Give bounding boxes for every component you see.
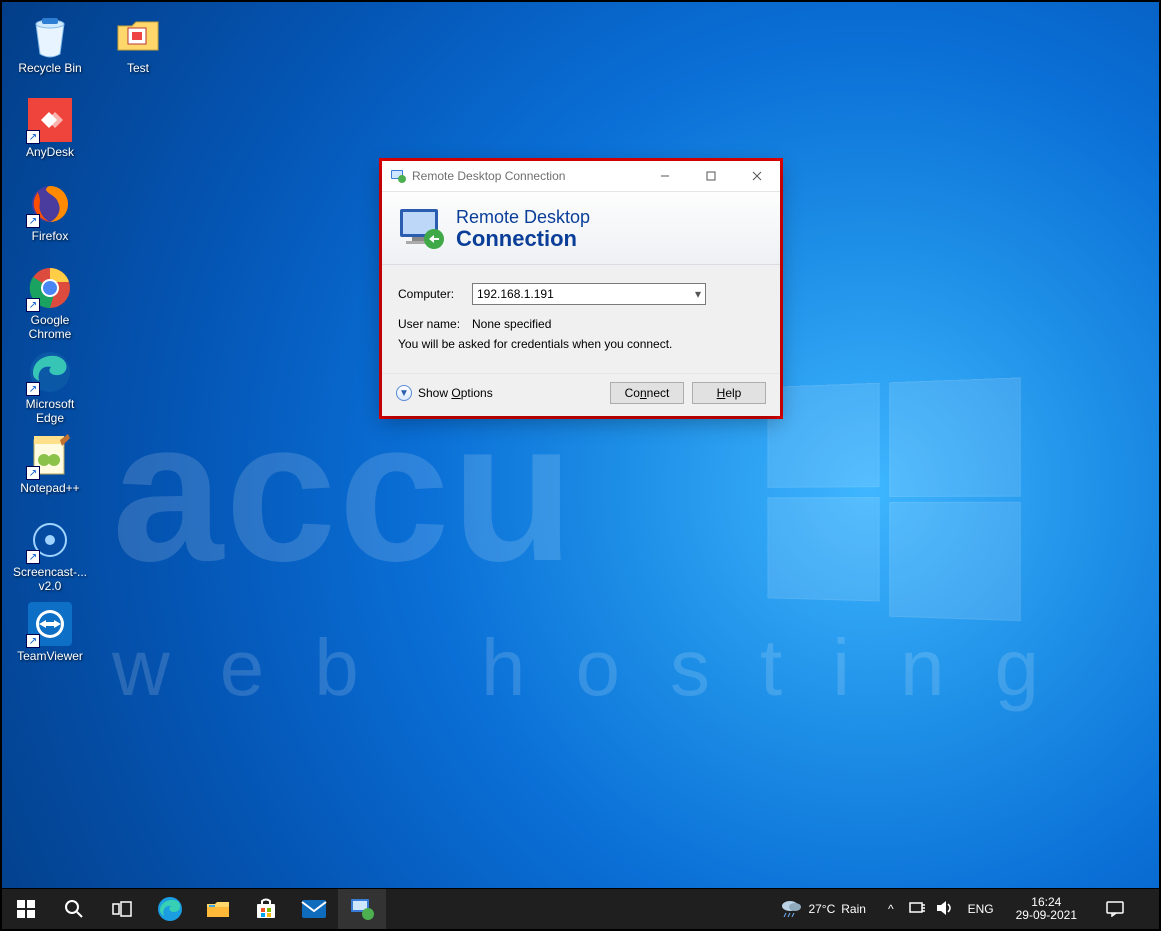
show-options-label: Show Options — [418, 386, 493, 400]
chrome-icon: ↗ — [26, 264, 74, 312]
desktop-icon-label: TeamViewer — [17, 650, 83, 664]
shortcut-overlay-icon: ↗ — [26, 550, 40, 564]
folder-icon — [114, 12, 162, 60]
chevron-down-icon: ▼ — [396, 385, 412, 401]
computer-label: Computer: — [398, 287, 472, 301]
desktop[interactable]: accu web hosting Recycle Bin Test — [2, 2, 1159, 888]
desktop-icon-edge[interactable]: ↗ Microsoft Edge — [10, 348, 90, 426]
taskbar-clock[interactable]: 16:24 29-09-2021 — [1008, 896, 1085, 922]
anydesk-icon: ↗ — [26, 96, 74, 144]
minimize-button[interactable] — [642, 161, 688, 191]
firefox-icon: ↗ — [26, 180, 74, 228]
desktop-icon-firefox[interactable]: ↗ Firefox — [10, 180, 90, 258]
desktop-icon-label: Notepad++ — [20, 482, 79, 496]
computer-combobox[interactable]: 192.168.1.191 ▾ — [472, 283, 706, 305]
edge-icon: ↗ — [26, 348, 74, 396]
desktop-icon-teamviewer[interactable]: ↗ TeamViewer — [10, 600, 90, 678]
taskbar: 27°C Rain ^ ENG 16:24 29-09-2021 — [2, 889, 1159, 929]
help-button[interactable]: Help — [692, 382, 766, 404]
desktop-icon-label: Microsoft Edge — [26, 398, 75, 426]
desktop-icon-label: Google Chrome — [29, 314, 72, 342]
desktop-icon-notepadpp[interactable]: ↗ Notepad++ — [10, 432, 90, 510]
maximize-button[interactable] — [688, 161, 734, 191]
language-indicator[interactable]: ENG — [964, 902, 998, 916]
tray-overflow-button[interactable]: ^ — [884, 902, 898, 916]
desktop-icon-anydesk[interactable]: ↗ AnyDesk — [10, 96, 90, 174]
start-button[interactable] — [2, 889, 50, 929]
shortcut-overlay-icon: ↗ — [26, 130, 40, 144]
weather-cond: Rain — [841, 902, 866, 916]
rdc-title-text: Remote Desktop Connection — [412, 169, 565, 183]
action-center-button[interactable] — [1095, 901, 1135, 917]
shortcut-overlay-icon: ↗ — [26, 634, 40, 648]
rdc-banner-icon — [396, 205, 446, 251]
desktop-icon-label: Test — [127, 62, 149, 76]
username-value: None specified — [472, 317, 551, 331]
rdc-titlebar-icon — [390, 168, 406, 184]
task-view-button[interactable] — [98, 889, 146, 929]
taskbar-app-store[interactable] — [242, 889, 290, 929]
windows-logo-watermark — [768, 377, 1042, 638]
volume-icon[interactable] — [936, 900, 954, 919]
highlight-box: Remote Desktop Connection Remote Desktop… — [379, 158, 783, 419]
rdc-titlebar[interactable]: Remote Desktop Connection — [382, 161, 780, 191]
desktop-icon-label: Firefox — [32, 230, 69, 244]
teamviewer-icon: ↗ — [26, 600, 74, 648]
credentials-hint: You will be asked for credentials when y… — [398, 337, 764, 351]
desktop-icon-recycle-bin[interactable]: Recycle Bin — [10, 12, 90, 90]
computer-value: 192.168.1.191 — [477, 287, 554, 301]
connect-button[interactable]: Connect — [610, 382, 684, 404]
weather-widget[interactable]: 27°C Rain — [772, 899, 874, 920]
notepadpp-icon: ↗ — [26, 432, 74, 480]
username-label: User name: — [398, 317, 472, 331]
search-button[interactable] — [50, 889, 98, 929]
close-button[interactable] — [734, 161, 780, 191]
taskbar-app-edge[interactable] — [146, 889, 194, 929]
rdc-banner-line2: Connection — [456, 228, 590, 250]
rdc-banner: Remote Desktop Connection — [382, 191, 780, 265]
taskbar-app-rdc[interactable] — [338, 889, 386, 929]
screencast-icon: ↗ — [26, 516, 74, 564]
shortcut-overlay-icon: ↗ — [26, 382, 40, 396]
clock-date: 29-09-2021 — [1016, 909, 1077, 922]
network-icon[interactable] — [908, 900, 926, 919]
shortcut-overlay-icon: ↗ — [26, 466, 40, 480]
recycle-bin-icon — [26, 12, 74, 60]
chevron-down-icon: ▾ — [695, 287, 701, 301]
desktop-icon-screencast[interactable]: ↗ Screencast-... v2.0 — [10, 516, 90, 594]
rdc-window: Remote Desktop Connection Remote Desktop… — [382, 161, 780, 416]
weather-temp: 27°C — [808, 902, 835, 916]
taskbar-app-explorer[interactable] — [194, 889, 242, 929]
desktop-icon-chrome[interactable]: ↗ Google Chrome — [10, 264, 90, 342]
desktop-icon-label: Screencast-... v2.0 — [13, 566, 87, 594]
shortcut-overlay-icon: ↗ — [26, 298, 40, 312]
desktop-icon-label: Recycle Bin — [18, 62, 81, 76]
desktop-icon-label: AnyDesk — [26, 146, 74, 160]
desktop-icon-test-folder[interactable]: Test — [98, 12, 178, 90]
weather-icon — [780, 899, 802, 920]
show-options-toggle[interactable]: ▼ Show Options — [396, 385, 493, 401]
rdc-banner-line1: Remote Desktop — [456, 207, 590, 228]
shortcut-overlay-icon: ↗ — [26, 214, 40, 228]
taskbar-app-mail[interactable] — [290, 889, 338, 929]
